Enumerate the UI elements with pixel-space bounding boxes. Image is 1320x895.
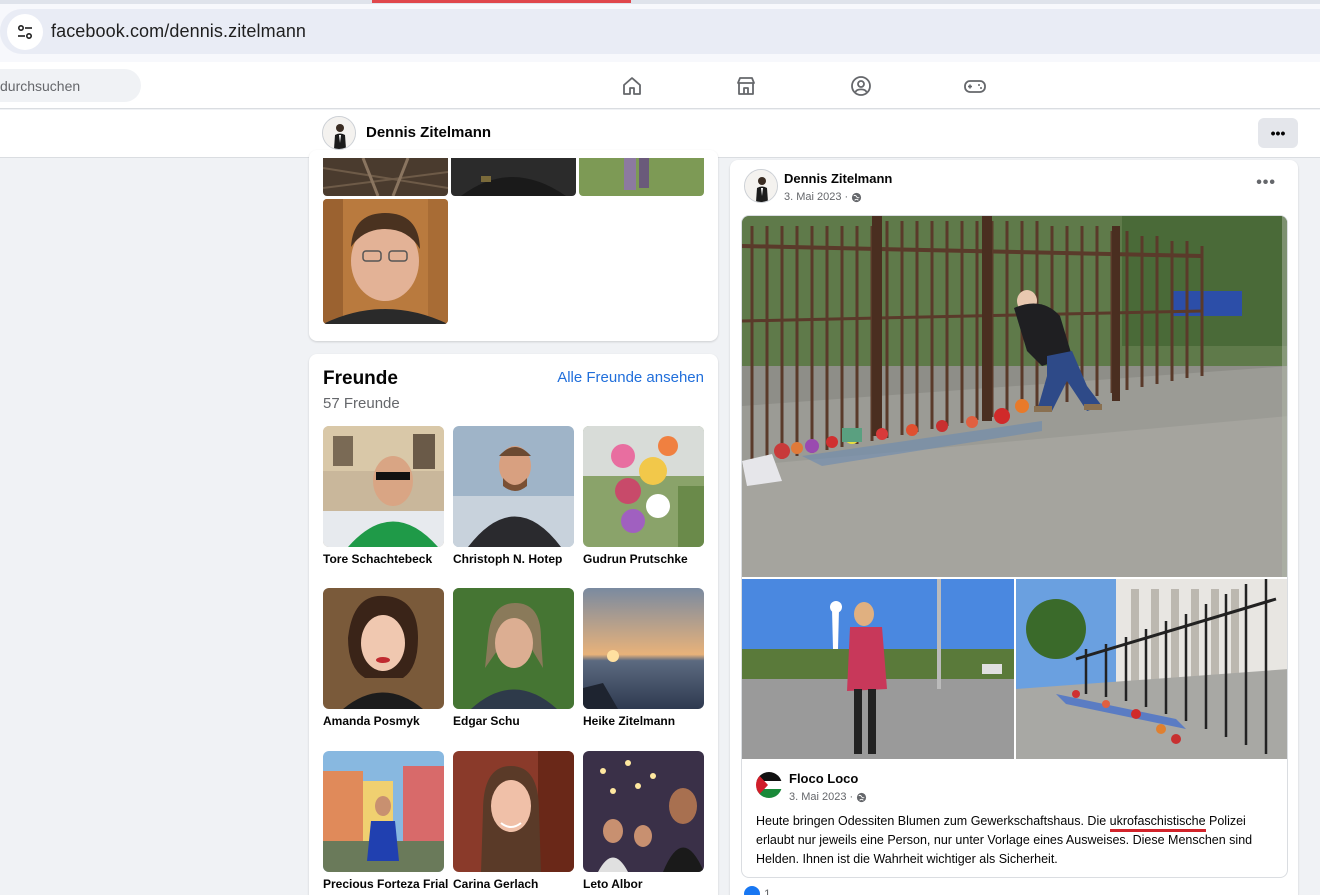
post-author[interactable]: Dennis Zitelmann xyxy=(784,171,892,186)
see-all-friends-link[interactable]: Alle Freunde ansehen xyxy=(557,369,704,386)
friend-item[interactable]: Amanda Posmyk xyxy=(323,588,444,728)
post-photo-left[interactable] xyxy=(742,579,1014,759)
avatar[interactable] xyxy=(756,772,782,798)
friends-card: Freunde 57 Freunde Alle Freunde ansehen … xyxy=(309,354,718,895)
site-settings-icon[interactable] xyxy=(7,13,43,50)
photo-thumbnail[interactable] xyxy=(579,158,704,196)
avatar[interactable] xyxy=(744,169,778,203)
shared-post-text: Heute bringen Odessiten Blumen zum Gewer… xyxy=(756,812,1276,869)
facebook-top-nav: durchsuchen xyxy=(0,62,1320,109)
post-date-text[interactable]: 3. Mai 2023 · xyxy=(784,191,848,203)
friend-photo[interactable] xyxy=(583,588,704,709)
reaction-count[interactable]: 1 xyxy=(764,887,771,895)
friend-name[interactable]: Amanda Posmyk xyxy=(323,714,444,728)
address-bar[interactable]: facebook.com/dennis.zitelmann xyxy=(0,9,1320,54)
photo-thumbnail[interactable] xyxy=(451,158,576,196)
friends-title[interactable]: Freunde xyxy=(323,368,398,390)
post-date[interactable]: 3. Mai 2023 · xyxy=(784,191,862,203)
post-card: Dennis Zitelmann 3. Mai 2023 · ••• Floco… xyxy=(730,160,1298,895)
like-reaction-icon[interactable] xyxy=(744,886,760,895)
active-tab-indicator xyxy=(372,0,631,3)
friend-photo[interactable] xyxy=(453,588,574,709)
friend-photo[interactable] xyxy=(323,751,444,872)
friend-name[interactable]: Carina Gerlach xyxy=(453,877,574,891)
friend-photo[interactable] xyxy=(323,588,444,709)
photo-thumbnail[interactable] xyxy=(323,158,448,196)
friend-item[interactable]: Heike Zitelmann xyxy=(583,588,704,728)
profile-name[interactable]: Dennis Zitelmann xyxy=(366,124,491,141)
shared-post-date[interactable]: 3. Mai 2023 · xyxy=(789,791,867,803)
friend-name[interactable]: Leto Albor xyxy=(583,877,704,891)
friend-name[interactable]: Heike Zitelmann xyxy=(583,714,704,728)
shared-post-date-text[interactable]: 3. Mai 2023 · xyxy=(789,791,853,803)
url-text[interactable]: facebook.com/dennis.zitelmann xyxy=(51,21,306,42)
shared-post[interactable]: Floco Loco 3. Mai 2023 · Heute bringen O… xyxy=(741,215,1288,878)
friend-name[interactable]: Christoph N. Hotep xyxy=(453,552,574,566)
tab-strip xyxy=(0,0,1320,4)
shared-post-text-before: Heute bringen Odessiten Blumen zum Gewer… xyxy=(756,814,1110,828)
globe-icon xyxy=(852,192,862,202)
friend-name[interactable]: Gudrun Prutschke xyxy=(583,552,704,566)
post-photo-main[interactable] xyxy=(742,216,1287,577)
friend-item[interactable]: Precious Forteza Frial xyxy=(323,751,448,891)
friend-photo[interactable] xyxy=(323,426,444,547)
friend-item[interactable]: Gudrun Prutschke xyxy=(583,426,704,566)
search-input[interactable]: durchsuchen xyxy=(0,69,141,102)
friend-photo[interactable] xyxy=(453,426,574,547)
globe-icon xyxy=(857,792,867,802)
friend-name[interactable]: Tore Schachtebeck xyxy=(323,552,444,566)
photo-thumbnail[interactable] xyxy=(323,199,448,324)
marketplace-icon[interactable] xyxy=(734,74,758,98)
post-more-button[interactable]: ••• xyxy=(1256,174,1276,192)
friends-count: 57 Freunde xyxy=(323,395,400,412)
friend-name[interactable]: Precious Forteza Frial xyxy=(323,877,448,891)
friend-photo[interactable] xyxy=(453,751,574,872)
groups-icon[interactable] xyxy=(849,74,873,98)
friend-name[interactable]: Edgar Schu xyxy=(453,714,574,728)
home-icon[interactable] xyxy=(620,74,644,98)
friend-photo[interactable] xyxy=(583,426,704,547)
post-photo-right[interactable] xyxy=(1016,579,1287,759)
friend-item[interactable]: Leto Albor xyxy=(583,751,704,891)
gaming-icon[interactable] xyxy=(963,74,987,98)
friend-photo[interactable] xyxy=(583,751,704,872)
avatar[interactable] xyxy=(322,116,356,150)
highlighted-word: ukrofaschistische xyxy=(1109,814,1206,832)
friend-item[interactable]: Carina Gerlach xyxy=(453,751,574,891)
friend-item[interactable]: Edgar Schu xyxy=(453,588,574,728)
shared-post-author[interactable]: Floco Loco xyxy=(789,771,858,786)
profile-more-button[interactable]: ••• xyxy=(1258,118,1298,148)
friend-item[interactable]: Christoph N. Hotep xyxy=(453,426,574,566)
photos-card xyxy=(309,150,718,341)
friend-item[interactable]: Tore Schachtebeck xyxy=(323,426,444,566)
